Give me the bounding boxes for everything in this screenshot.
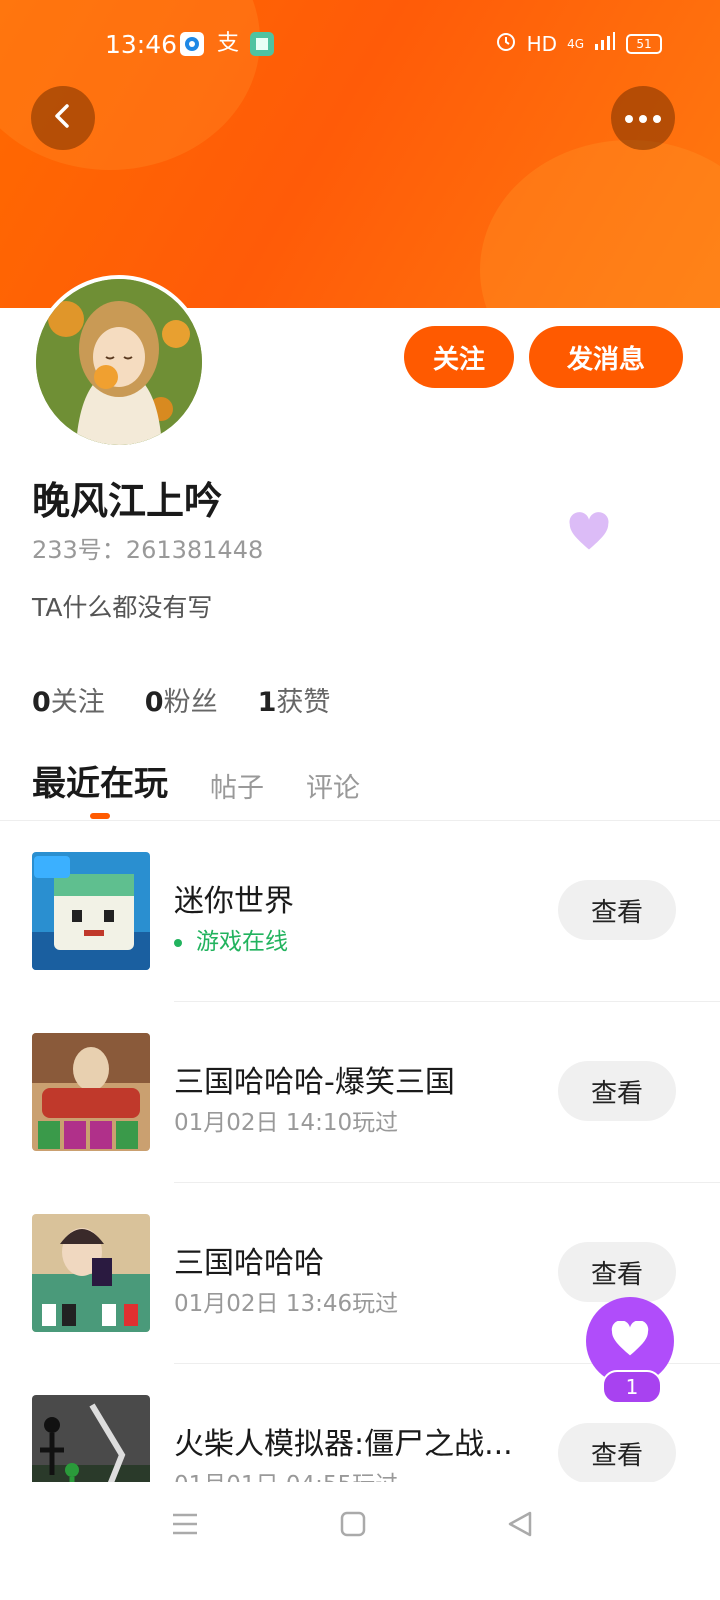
battery-icon: 51 [626, 33, 662, 54]
status-time: 13:46 [105, 30, 178, 59]
profile-tabs: 最近在玩 帖子 评论 [32, 756, 360, 805]
avatar[interactable] [32, 275, 206, 449]
game-thumbnail [32, 1395, 150, 1482]
tabs-divider [0, 820, 720, 821]
tab-recent-played[interactable]: 最近在玩 [32, 756, 168, 805]
view-button[interactable]: 查看 [558, 880, 676, 940]
alipay-app-icon: 支 [216, 31, 239, 56]
view-button[interactable]: 查看 [558, 1423, 676, 1482]
system-nav-bar [0, 1482, 720, 1600]
tab-posts[interactable]: 帖子 [210, 766, 264, 805]
view-button[interactable]: 查看 [558, 1061, 676, 1121]
chevron-left-icon [49, 102, 77, 134]
network-type: HD [526, 31, 558, 56]
status-bar: 13:46 支 HD 4G 51 [0, 24, 720, 66]
game-title: 三国哈哈哈-爆笑三国 [174, 1065, 455, 1100]
game-thumbnail [32, 1033, 150, 1151]
heart-icon [610, 1320, 650, 1361]
profile-bio: TA什么都没有写 [32, 593, 213, 622]
status-right-icons: HD 4G 51 [495, 30, 662, 57]
game-played-time: 01月02日 14:10玩过 [174, 1110, 399, 1136]
game-title: 火柴人模拟器:僵尸之战... [174, 1427, 513, 1462]
like-heart-icon[interactable] [568, 512, 610, 556]
list-item[interactable]: 三国哈哈哈-爆笑三国 01月02日 14:10玩过 查看 [0, 1003, 720, 1183]
game-title: 迷你世界 [174, 884, 294, 919]
like-count-badge: 1 [602, 1370, 662, 1404]
view-button[interactable]: 查看 [558, 1242, 676, 1302]
signal-icon [594, 31, 616, 56]
menu-icon[interactable] [172, 1512, 198, 1540]
likes-stat: 1获赞 [257, 687, 331, 718]
game-thumbnail [32, 1214, 150, 1332]
ellipsis-icon [623, 109, 663, 128]
game-played-time: 01月02日 13:46玩过 [174, 1291, 399, 1317]
more-button[interactable] [611, 86, 675, 150]
reader-app-icon [250, 32, 274, 56]
game-thumbnail [32, 852, 150, 970]
profile-name: 晚风江上吟 [32, 479, 223, 523]
fans-stat[interactable]: 0粉丝 [145, 680, 218, 719]
tab-comments[interactable]: 评论 [306, 766, 360, 805]
profile-uid[interactable]: 233号：261381448 [32, 530, 263, 565]
game-online-status: 游戏在线 [174, 922, 288, 956]
home-icon[interactable] [340, 1511, 366, 1541]
profile-stats: 0关注 0粉丝 1获赞 [32, 680, 330, 719]
follow-button[interactable]: 关注 [404, 326, 514, 388]
browser-app-icon [180, 32, 204, 56]
list-item[interactable]: 迷你世界 游戏在线 查看 [0, 822, 720, 1002]
tab-indicator [90, 813, 110, 819]
alarm-icon [495, 30, 517, 57]
game-title: 三国哈哈哈 [174, 1246, 324, 1281]
following-stat[interactable]: 0关注 [32, 680, 105, 719]
back-nav-icon[interactable] [506, 1510, 534, 1542]
game-played-time: 01月01日 04:55玩过 [174, 1465, 398, 1482]
back-button[interactable] [31, 86, 95, 150]
signal-label: 4G [567, 36, 584, 51]
send-message-button[interactable]: 发消息 [529, 326, 683, 388]
